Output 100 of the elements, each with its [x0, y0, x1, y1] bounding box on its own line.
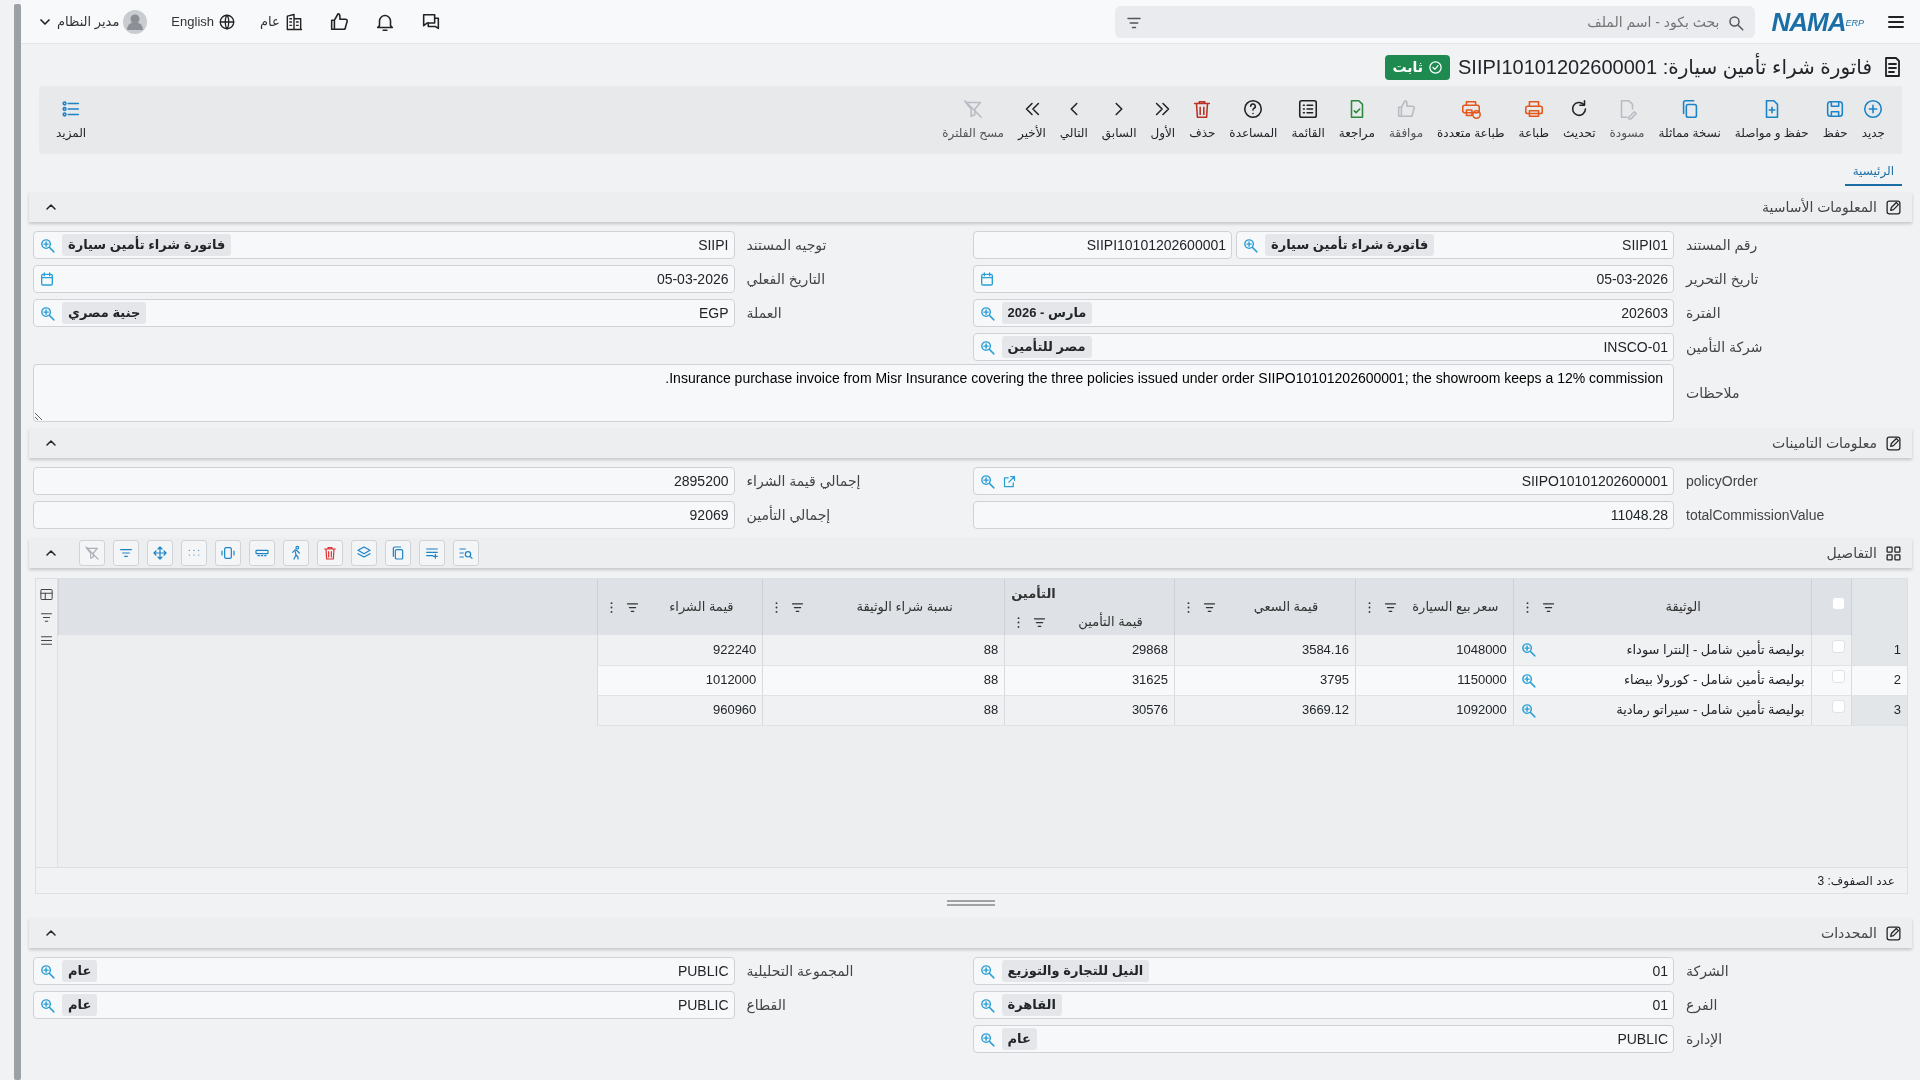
search-icon[interactable] [39, 996, 56, 1014]
edit-icon [1885, 434, 1902, 452]
list-plus-icon[interactable] [424, 545, 440, 561]
search-icon[interactable] [39, 304, 56, 322]
printer-plus-icon[interactable] [1459, 98, 1482, 120]
grid-tool-button[interactable] [215, 540, 241, 566]
toolbar-button[interactable]: الأخير [1011, 92, 1053, 148]
toolbar-button[interactable]: الأول [1143, 92, 1183, 148]
toolbar-button[interactable]: مراجعة [1331, 92, 1382, 148]
date-field[interactable]: 05-03-2026 [972, 265, 1674, 293]
text-field[interactable]: SIIPI10101202600001 [972, 231, 1233, 259]
user-menu-button[interactable]: مدير النظام [33, 7, 152, 36]
toolbar-button[interactable]: طباعة متعددة [1430, 92, 1512, 148]
scrollbar[interactable] [14, 4, 21, 1080]
menu-icon[interactable] [39, 633, 54, 648]
table-icon[interactable] [39, 587, 54, 602]
search-icon[interactable] [1519, 641, 1537, 659]
filter-icon[interactable] [39, 610, 54, 625]
logo: NAMA$^{ERP}$ [1771, 8, 1864, 35]
search-icon[interactable] [978, 304, 996, 322]
search-field[interactable]: بحث بكود - اسم الملف [1115, 5, 1756, 38]
column-header: الوثيقة [1664, 598, 1702, 617]
field-label: توجيه المستند [745, 235, 828, 256]
checkbox[interactable] [1831, 640, 1845, 653]
search-icon[interactable] [1519, 671, 1537, 689]
search-icon[interactable] [39, 962, 56, 980]
avatar-icon[interactable] [123, 9, 148, 34]
grid-tool-button[interactable] [249, 540, 275, 566]
help-icon[interactable] [1242, 98, 1265, 120]
column-header: قيمة الشراء [668, 598, 735, 617]
grid-tool-button[interactable] [385, 540, 411, 566]
grid-tool-button[interactable] [317, 540, 343, 566]
search-icon[interactable] [1519, 701, 1537, 719]
grid-tool-button[interactable] [419, 540, 445, 566]
toolbar-button[interactable]: تحديث [1556, 92, 1603, 148]
toolbar-button[interactable]: السابق [1094, 92, 1144, 148]
search-list-icon[interactable] [458, 545, 474, 561]
grid-tool-button[interactable] [147, 540, 173, 566]
search-icon[interactable] [978, 472, 996, 490]
search-icon[interactable] [978, 962, 996, 980]
toolbar-button[interactable]: التالي [1052, 92, 1095, 148]
branch-button[interactable]: عام [256, 9, 308, 34]
row-number: 2 [1851, 665, 1907, 695]
language-button[interactable]: English [167, 9, 240, 34]
grid-tool-button[interactable] [351, 540, 377, 566]
notes-field[interactable]: Insurance purchase invoice from Misr Insurance covering the three policies issued under order SIIPO10101202600001; the showroom keeps a 12% commission. [33, 364, 1674, 422]
trash-icon[interactable] [322, 545, 338, 561]
field-label: العملة [745, 303, 783, 323]
checkbox[interactable] [1831, 700, 1845, 714]
lookup-tag: جنية مصري [62, 302, 147, 324]
copy-icon[interactable] [390, 545, 406, 561]
globe-icon[interactable] [218, 12, 236, 31]
tab[interactable]: الرئيسية [1844, 158, 1902, 186]
table-cell: 960960 [712, 702, 757, 718]
row-number: 3 [1851, 695, 1907, 725]
status-badge: ثابت [1385, 54, 1451, 80]
resize-handle[interactable] [945, 900, 996, 906]
text-field[interactable]: 2895200 [33, 467, 735, 495]
more-button[interactable]: المزيد [49, 92, 94, 148]
search-icon[interactable] [1727, 14, 1746, 33]
plus-circle-icon[interactable] [1862, 98, 1885, 120]
calendar-icon[interactable] [39, 271, 55, 287]
calendar-icon[interactable] [978, 271, 995, 287]
search-icon[interactable] [39, 236, 56, 254]
toolbar-button[interactable]: طباعة [1511, 92, 1557, 148]
column-group-header: التأمين [1011, 586, 1056, 602]
checkbox[interactable] [1831, 670, 1845, 684]
field-label: ملاحظات [1685, 383, 1741, 403]
toolbar-button[interactable]: حذف [1182, 92, 1223, 148]
checkbox[interactable] [1831, 597, 1845, 611]
list-icon[interactable] [1297, 98, 1320, 120]
search-icon[interactable] [978, 996, 996, 1014]
table-cell: 31625 [1131, 672, 1169, 688]
grid-icon [1885, 544, 1902, 562]
toolbar-button[interactable]: القائمة [1284, 92, 1332, 148]
lookup-tag: فاتورة شراء تأمين سيارة [62, 234, 232, 256]
toolbar-button[interactable]: نسخة مماثلة [1651, 92, 1728, 148]
external-link-icon[interactable] [1001, 473, 1017, 489]
lookup-field[interactable]: SIIPO10101202600001 [972, 467, 1674, 495]
search-icon[interactable] [978, 338, 996, 356]
grid-tool-button[interactable] [283, 540, 309, 566]
search-icon[interactable] [1242, 236, 1260, 254]
table-cell: 88 [983, 672, 999, 688]
text-field[interactable]: 92069 [33, 501, 735, 529]
text-field[interactable]: 11048.28 [972, 501, 1674, 529]
columns-icon[interactable] [220, 545, 236, 561]
toolbar-button[interactable]: حفظ و مواصلة [1727, 92, 1816, 148]
column-header: قيمة السعي [1252, 598, 1320, 617]
toolbar-button[interactable]: جديد [1854, 92, 1892, 148]
toolbar-button[interactable]: حفظ [1815, 92, 1855, 148]
field-label: تاريخ التحرير [1684, 269, 1760, 290]
grid-tool-button[interactable] [113, 540, 139, 566]
field-label: الشركة [1685, 961, 1730, 982]
date-field[interactable]: 05-03-2026 [33, 265, 735, 293]
toolbar-button[interactable]: المساعدة [1222, 92, 1285, 148]
table-cell: 1048000 [1456, 642, 1507, 657]
printer-icon[interactable] [1522, 98, 1545, 120]
move-icon[interactable] [152, 545, 168, 561]
grid-tool-button[interactable] [453, 540, 479, 566]
search-icon[interactable] [978, 1030, 996, 1048]
